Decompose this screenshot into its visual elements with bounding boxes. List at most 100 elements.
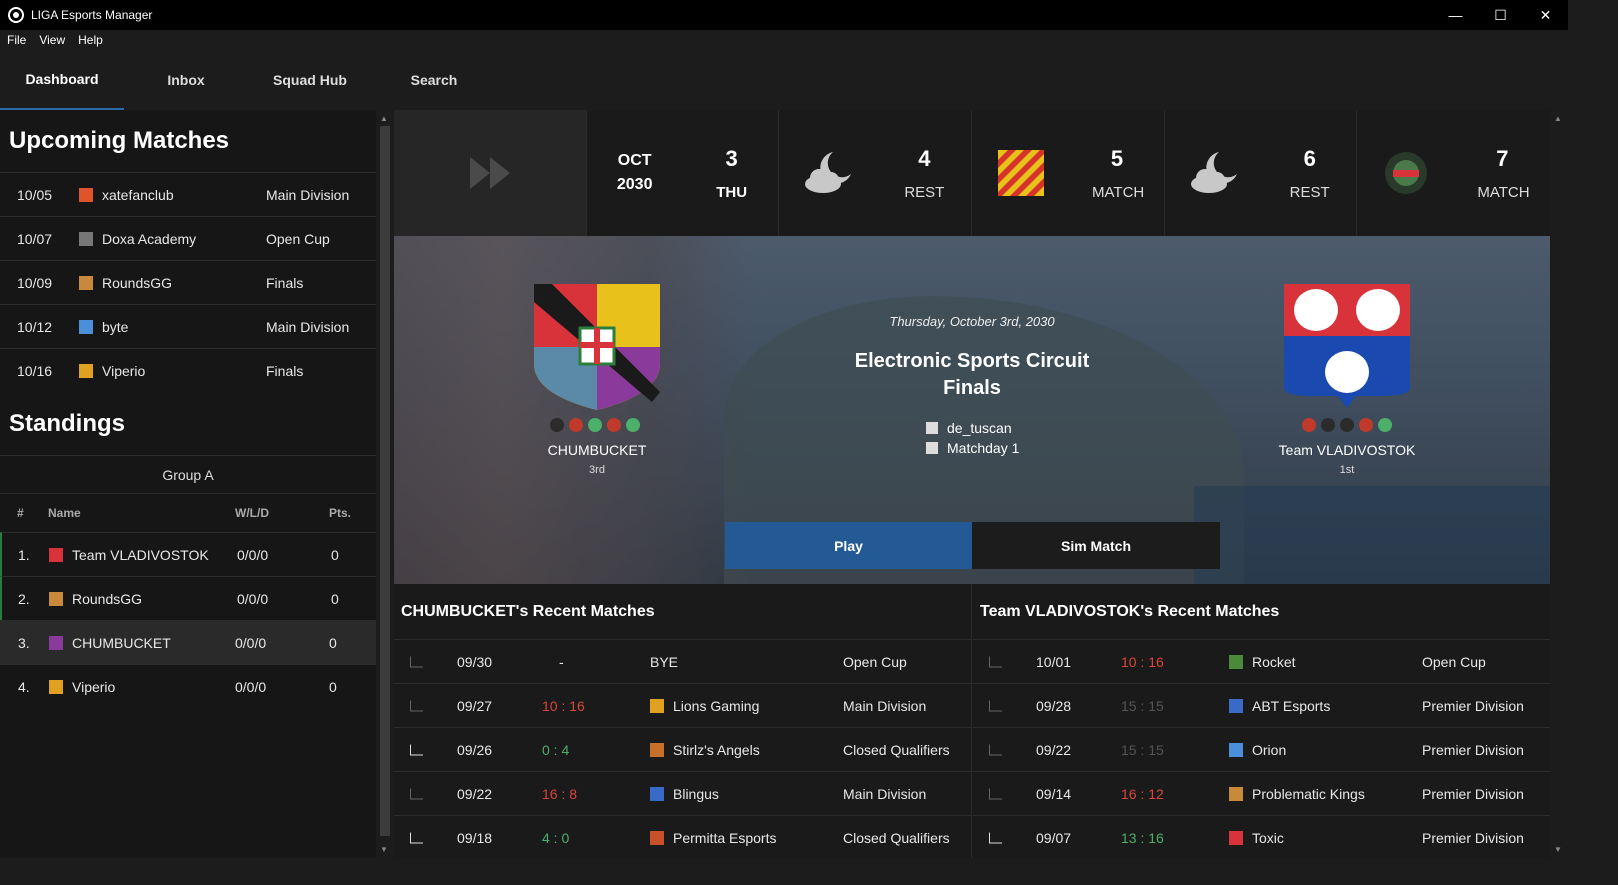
- competition-name: Main Division: [843, 785, 927, 802]
- standings-title: Standings: [9, 409, 126, 437]
- maximize-button[interactable]: ☐: [1478, 0, 1523, 30]
- window-title: LIGA Esports Manager: [31, 8, 153, 22]
- stats-chart-icon[interactable]: [410, 700, 423, 711]
- stats-chart-icon[interactable]: [989, 656, 1002, 667]
- match-score: 16 : 12: [1121, 785, 1164, 802]
- match-score: 0 : 4: [542, 741, 570, 758]
- competition-name: Premier Division: [1422, 829, 1524, 846]
- calendar-year: 2030: [616, 176, 653, 193]
- skip-forward-button[interactable]: [394, 110, 587, 236]
- upcoming-match-row[interactable]: 10/05 xatefanclub Main Division: [0, 172, 376, 216]
- tab-squad-hub[interactable]: Squad Hub: [248, 50, 372, 110]
- upcoming-matches-title: Upcoming Matches: [9, 127, 230, 154]
- tab-dashboard[interactable]: Dashboard: [0, 50, 124, 110]
- match-date: 09/22: [1036, 741, 1072, 758]
- menu-help[interactable]: Help: [78, 33, 103, 47]
- next-match-panel: CHUMBUCKET 3rd Thursday, October 3rd, 20…: [394, 236, 1550, 584]
- match-date: 09/14: [1036, 785, 1072, 802]
- form-dot: [607, 418, 621, 432]
- recent-match-row[interactable]: 09/18 4 : 0 Permitta Esports Closed Qualifi…: [394, 816, 971, 858]
- home-team-position: 3rd: [589, 464, 605, 476]
- minimize-button[interactable]: —: [1433, 0, 1478, 30]
- competition-name: Main Division: [266, 318, 350, 335]
- recent-match-row[interactable]: 09/27 10 : 16 Lions Gaming Main Division: [394, 684, 971, 728]
- stats-chart-icon[interactable]: [410, 744, 423, 755]
- form-dot: [588, 418, 602, 432]
- standings-row[interactable]: 4. Viperio 0/0/0 0: [0, 664, 376, 708]
- play-button[interactable]: Play: [725, 522, 972, 569]
- calendar-day[interactable]: 6 REST: [1165, 110, 1358, 236]
- left-panel: Upcoming Matches 10/05 xatefanclub Main Di…: [0, 110, 376, 858]
- team-name: xatefanclub: [102, 186, 174, 203]
- opponent-name: Lions Gaming: [673, 697, 760, 714]
- team-logo-icon: [650, 786, 664, 801]
- match-opponent: Doxa Academy: [79, 231, 196, 247]
- upcoming-match-row[interactable]: 10/07 Doxa Academy Open Cup: [0, 216, 376, 260]
- calendar-day-number: 3: [725, 146, 738, 171]
- recent-match-row[interactable]: 09/14 16 : 12 Problematic Kings Premier Div…: [973, 772, 1550, 816]
- recent-match-row[interactable]: 09/30 - BYE Open Cup: [394, 640, 971, 684]
- competition-name: Premier Division: [1422, 741, 1524, 758]
- match-date: 09/27: [457, 697, 493, 714]
- col-pts: Pts.: [329, 506, 352, 520]
- form-dot: [1378, 418, 1392, 432]
- tab-inbox[interactable]: Inbox: [124, 50, 248, 110]
- home-recent-title: CHUMBUCKET's Recent Matches: [394, 584, 971, 640]
- opponent-name: Permitta Esports: [673, 829, 777, 846]
- scroll-up-icon[interactable]: ▲: [1554, 114, 1562, 123]
- stats-chart-icon[interactable]: [989, 832, 1002, 843]
- recent-match-row[interactable]: 09/28 15 : 15 ABT Esports Premier Division: [973, 684, 1550, 728]
- form-dot: [569, 418, 583, 432]
- scroll-thumb[interactable]: [380, 126, 390, 836]
- app-logo-icon: [8, 7, 24, 23]
- scroll-up-icon[interactable]: ▲: [380, 114, 388, 123]
- recent-match-row[interactable]: 09/22 16 : 8 Blingus Main Division: [394, 772, 971, 816]
- stats-chart-icon[interactable]: [410, 788, 423, 799]
- upcoming-match-row[interactable]: 10/09 RoundsGG Finals: [0, 260, 376, 304]
- calendar-day[interactable]: 4 REST: [779, 110, 973, 236]
- left-scrollbar[interactable]: ▲ ▼: [376, 110, 394, 858]
- stats-chart-icon[interactable]: [410, 832, 423, 843]
- match-date: 10/09: [17, 274, 53, 291]
- right-scrollbar[interactable]: ▲ ▼: [1550, 110, 1568, 858]
- match-matchday: Matchday 1: [947, 440, 1020, 456]
- team-logo-icon: [79, 363, 93, 378]
- stats-chart-icon[interactable]: [410, 656, 423, 667]
- match-date: 09/18: [457, 829, 493, 846]
- wld: 0/0/0: [237, 590, 269, 607]
- match-info: de_tuscan Matchday 1: [926, 418, 1019, 458]
- team-logo-icon: [79, 319, 93, 334]
- points: 0: [331, 590, 339, 607]
- recent-match-row[interactable]: 09/22 15 : 15 Orion Premier Division: [973, 728, 1550, 772]
- close-button[interactable]: ✕: [1523, 0, 1568, 30]
- calendar-day-label: REST: [904, 184, 945, 201]
- stats-chart-icon[interactable]: [989, 700, 1002, 711]
- sim-match-button[interactable]: Sim Match: [972, 522, 1220, 569]
- calendar-day[interactable]: 7 MATCH: [1357, 110, 1550, 236]
- scroll-down-icon[interactable]: ▼: [1554, 845, 1562, 854]
- upcoming-match-row[interactable]: 10/12 byte Main Division: [0, 304, 376, 348]
- stats-chart-icon[interactable]: [989, 788, 1002, 799]
- match-score: 13 : 16: [1121, 829, 1164, 846]
- tab-search[interactable]: Search: [372, 50, 496, 110]
- recent-match-row[interactable]: 09/26 0 : 4 Stirlz's Angels Closed Qualifie…: [394, 728, 971, 772]
- match-date: Thursday, October 3rd, 2030: [889, 314, 1055, 329]
- standings-row[interactable]: 2. RoundsGG 0/0/0 0: [0, 576, 376, 620]
- menu-file[interactable]: File: [7, 33, 26, 47]
- col-wld: W/L/D: [235, 506, 269, 520]
- calendar-day[interactable]: 5 MATCH: [972, 110, 1165, 236]
- competition-name: Open Cup: [843, 653, 907, 670]
- upcoming-match-row[interactable]: 10/16 Viperio Finals: [0, 348, 376, 392]
- standings-row[interactable]: 3. CHUMBUCKET 0/0/0 0: [0, 620, 376, 664]
- recent-match-row[interactable]: 10/01 10 : 16 Rocket Open Cup: [973, 640, 1550, 684]
- scroll-down-icon[interactable]: ▼: [380, 845, 388, 854]
- match-date: 10/07: [17, 230, 53, 247]
- away-team-name: Team VLADIVOSTOK: [1278, 442, 1416, 458]
- menu-view[interactable]: View: [39, 33, 65, 47]
- match-opponent: RoundsGG: [79, 275, 172, 291]
- recent-match-row[interactable]: 09/07 13 : 16 Toxic Premier Division: [973, 816, 1550, 858]
- stats-chart-icon[interactable]: [989, 744, 1002, 755]
- standings-row[interactable]: 1. Team VLADIVOSTOK 0/0/0 0: [0, 532, 376, 576]
- competition-name: Main Division: [266, 186, 350, 203]
- rest-moon-cloud-icon: [805, 152, 852, 193]
